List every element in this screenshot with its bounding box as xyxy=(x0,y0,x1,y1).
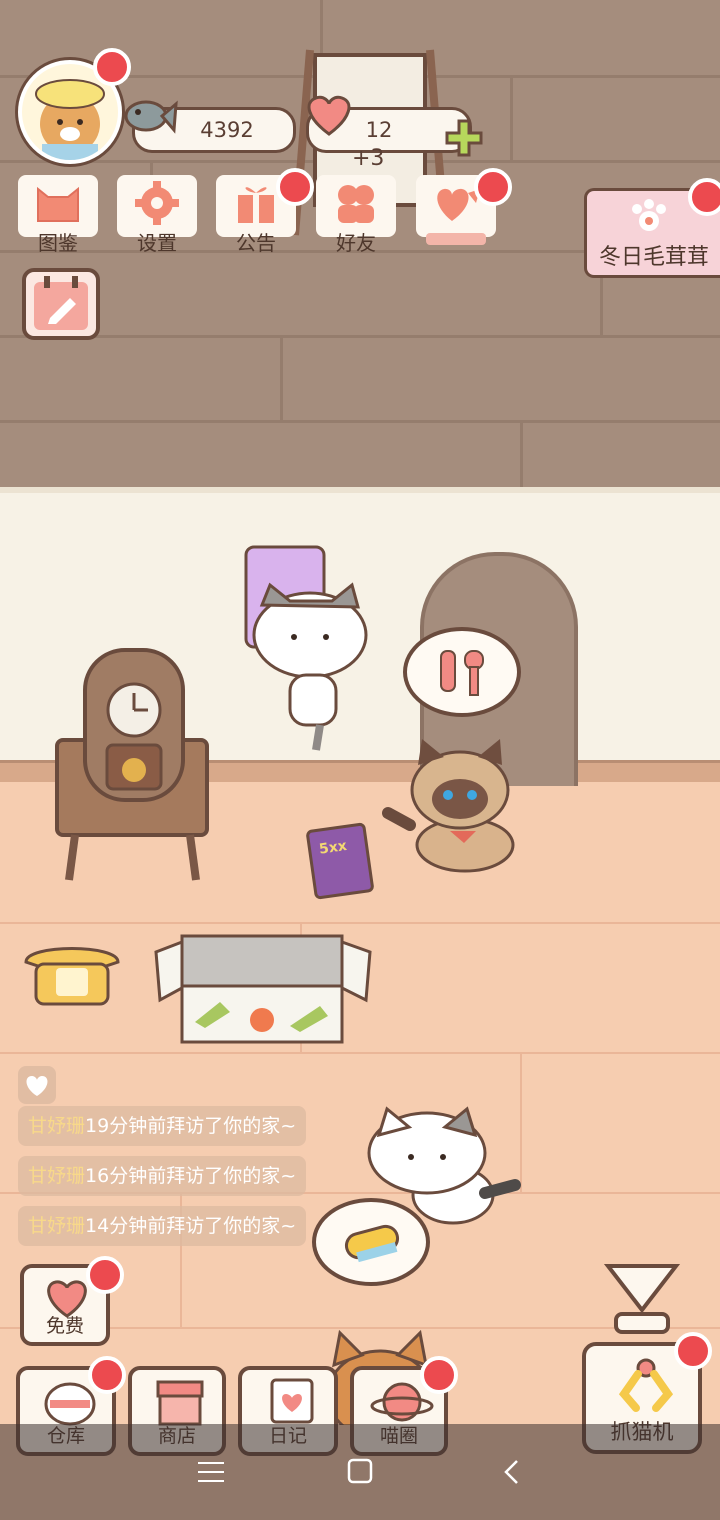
calendar-checkin-button[interactable] xyxy=(22,268,100,340)
top-menu: 图鉴 设置 公告 好友 xyxy=(0,175,520,275)
avatar-notification-dot xyxy=(93,48,131,86)
storage-notification-dot xyxy=(88,1356,126,1394)
visit-message: 甘妤珊16分钟前拜访了你的家~ xyxy=(18,1156,307,1196)
heart-outline-icon xyxy=(26,1076,48,1096)
claw-icon xyxy=(618,1358,674,1412)
brush-icon xyxy=(344,1224,400,1263)
storage-icon xyxy=(44,1382,96,1426)
event-notification-dot xyxy=(688,178,720,216)
claw-machine-top xyxy=(603,1264,681,1334)
shop-icon xyxy=(156,1380,204,1426)
cat-face-icon xyxy=(37,186,79,222)
announcement-notification-dot xyxy=(276,168,314,206)
heart-icon xyxy=(307,95,351,136)
diary-icon xyxy=(270,1378,314,1424)
add-currency-button[interactable] xyxy=(444,118,484,158)
friends-icon xyxy=(338,185,374,223)
gray-white-cat[interactable] xyxy=(240,545,380,755)
event-banner-label: 冬日毛茸茸 xyxy=(599,245,710,270)
pencil-calendar-icon xyxy=(34,276,88,330)
brush-request-bubble[interactable] xyxy=(312,1198,430,1286)
heart-count: 12 xyxy=(365,118,393,142)
gift-icon xyxy=(238,187,274,223)
home-nav-icon[interactable] xyxy=(347,1458,373,1488)
back-nav-icon[interactable] xyxy=(502,1458,522,1490)
food-request-bubble[interactable] xyxy=(403,627,521,717)
fish-icon xyxy=(124,100,178,134)
cat-room-progress xyxy=(426,233,486,245)
book-item[interactable]: 5xx xyxy=(305,822,375,900)
telephone-item[interactable] xyxy=(22,940,122,1010)
paw-icon xyxy=(632,199,666,231)
book-title: 5xx xyxy=(318,837,348,858)
fish-count: 4392 xyxy=(200,118,254,142)
claw-notification-dot xyxy=(674,1332,712,1370)
free-notification-dot xyxy=(86,1256,124,1294)
favorite-toggle-button[interactable] xyxy=(18,1066,56,1104)
fork-knife-icon xyxy=(440,650,484,696)
menu-nav-icon[interactable] xyxy=(198,1460,224,1488)
system-navigation-bar xyxy=(0,1424,720,1520)
clock-on-chair[interactable] xyxy=(55,645,215,885)
gear-icon xyxy=(135,181,179,225)
cat-room-notification-dot xyxy=(474,168,512,206)
plus-three-label: +3 xyxy=(352,146,385,171)
siamese-cat[interactable] xyxy=(380,735,540,880)
cat-circle-notification-dot xyxy=(420,1356,458,1394)
visit-message: 甘妤珊19分钟前拜访了你的家~ xyxy=(18,1106,307,1146)
open-box-item[interactable] xyxy=(150,932,375,1047)
visit-message: 甘妤珊14分钟前拜访了你的家~ xyxy=(18,1206,307,1246)
